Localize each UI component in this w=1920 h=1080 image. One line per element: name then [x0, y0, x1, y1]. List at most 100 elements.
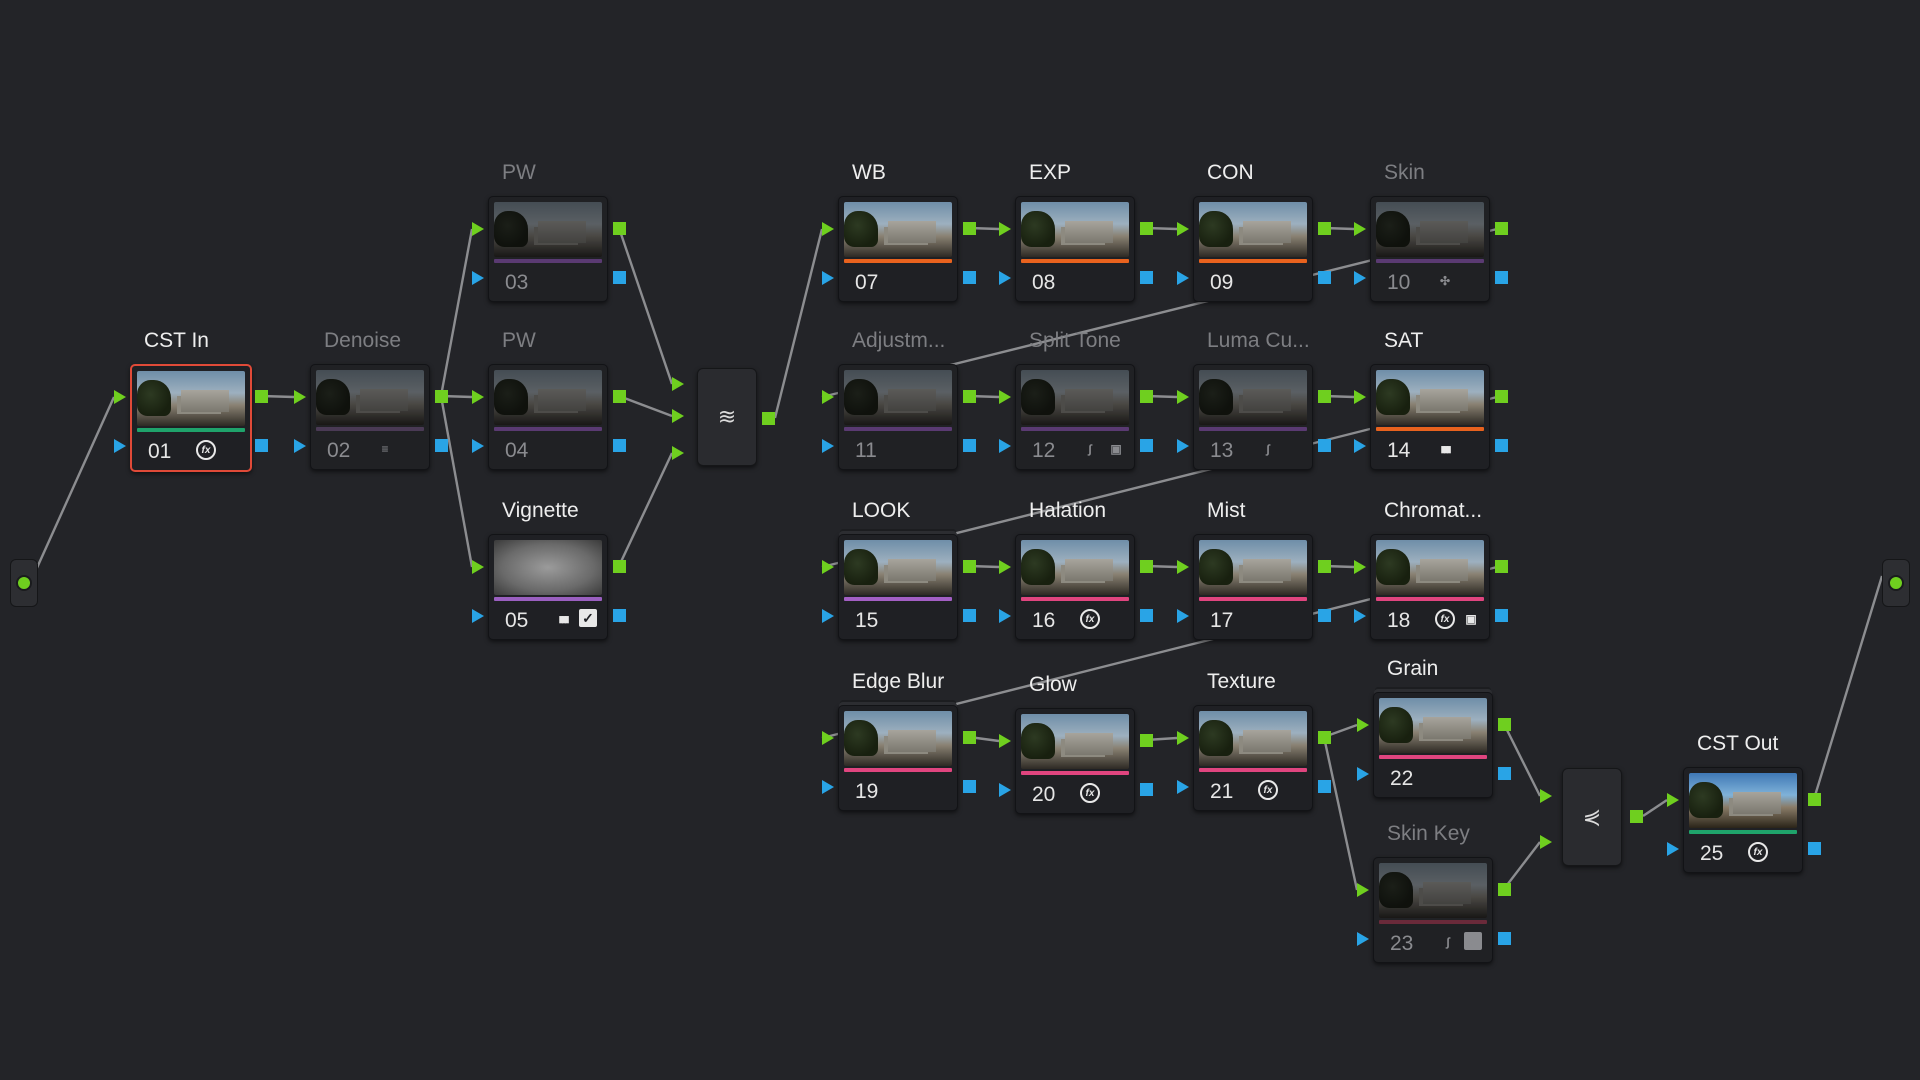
alpha-input-port[interactable] — [1357, 932, 1369, 946]
rgb-output-port[interactable] — [613, 390, 626, 403]
alpha-input-port[interactable] — [472, 609, 484, 623]
node-08[interactable]: 08 — [1015, 196, 1135, 302]
alpha-input-port[interactable] — [1357, 767, 1369, 781]
alpha-input-port[interactable] — [822, 780, 834, 794]
mixer-output-port[interactable] — [1630, 810, 1643, 823]
rgb-input-port[interactable] — [822, 560, 834, 574]
alpha-input-port[interactable] — [1354, 439, 1366, 453]
node-graph-canvas[interactable]: ≋ ⋞ CST In 01 fx Denoise 02 ≡ PW 03 PW 04 Vignette… — [0, 0, 1920, 1080]
node-17[interactable]: 17 — [1193, 534, 1313, 640]
rgb-output-port[interactable] — [1318, 390, 1331, 403]
mixer-input-port[interactable] — [672, 446, 684, 460]
alpha-input-port[interactable] — [472, 439, 484, 453]
rgb-input-port[interactable] — [999, 390, 1011, 404]
rgb-output-port[interactable] — [1498, 883, 1511, 896]
alpha-output-port[interactable] — [1495, 271, 1508, 284]
rgb-input-port[interactable] — [1177, 390, 1189, 404]
alpha-output-port[interactable] — [613, 271, 626, 284]
rgb-output-port[interactable] — [1140, 560, 1153, 573]
alpha-output-port[interactable] — [613, 439, 626, 452]
alpha-input-port[interactable] — [1354, 271, 1366, 285]
alpha-output-port[interactable] — [1318, 780, 1331, 793]
rgb-input-port[interactable] — [822, 222, 834, 236]
alpha-output-port[interactable] — [963, 271, 976, 284]
alpha-output-port[interactable] — [963, 609, 976, 622]
rgb-output-port[interactable] — [255, 390, 268, 403]
alpha-input-port[interactable] — [294, 439, 306, 453]
node-09[interactable]: 09 — [1193, 196, 1313, 302]
rgb-input-port[interactable] — [1667, 793, 1679, 807]
alpha-input-port[interactable] — [1177, 780, 1189, 794]
rgb-input-port[interactable] — [1177, 731, 1189, 745]
alpha-output-port[interactable] — [1318, 439, 1331, 452]
rgb-output-port[interactable] — [613, 560, 626, 573]
rgb-output-port[interactable] — [963, 390, 976, 403]
alpha-input-port[interactable] — [999, 783, 1011, 797]
node-25[interactable]: 25 fx — [1683, 767, 1803, 873]
alpha-input-port[interactable] — [1177, 609, 1189, 623]
mixer-output-port[interactable] — [762, 412, 775, 425]
rgb-output-port[interactable] — [963, 222, 976, 235]
alpha-output-port[interactable] — [1495, 439, 1508, 452]
mixer-input-port[interactable] — [1540, 835, 1552, 849]
output-terminal[interactable] — [1882, 559, 1910, 607]
alpha-input-port[interactable] — [114, 439, 126, 453]
alpha-output-port[interactable] — [1808, 842, 1821, 855]
parallel-mixer-node[interactable]: ⋞ — [1562, 768, 1622, 866]
node-04[interactable]: 04 — [488, 364, 608, 470]
rgb-output-port[interactable] — [1498, 718, 1511, 731]
rgb-output-port[interactable] — [435, 390, 448, 403]
node-07[interactable]: 07 — [838, 196, 958, 302]
rgb-output-port[interactable] — [1808, 793, 1821, 806]
rgb-input-port[interactable] — [1354, 222, 1366, 236]
node-15[interactable]: 15 — [838, 534, 958, 640]
node-05[interactable]: 05 ▮▮▮ ✓ — [488, 534, 608, 640]
alpha-output-port[interactable] — [613, 609, 626, 622]
alpha-input-port[interactable] — [1177, 271, 1189, 285]
alpha-input-port[interactable] — [822, 439, 834, 453]
rgb-output-port[interactable] — [1318, 731, 1331, 744]
alpha-output-port[interactable] — [435, 439, 448, 452]
rgb-input-port[interactable] — [822, 731, 834, 745]
mixer-input-port[interactable] — [1540, 789, 1552, 803]
rgb-input-port[interactable] — [1357, 718, 1369, 732]
rgb-output-port[interactable] — [1318, 560, 1331, 573]
alpha-output-port[interactable] — [1318, 609, 1331, 622]
alpha-output-port[interactable] — [1140, 439, 1153, 452]
alpha-input-port[interactable] — [1354, 609, 1366, 623]
rgb-input-port[interactable] — [999, 734, 1011, 748]
alpha-output-port[interactable] — [1495, 609, 1508, 622]
alpha-input-port[interactable] — [1177, 439, 1189, 453]
node-16[interactable]: 16 fx — [1015, 534, 1135, 640]
rgb-output-port[interactable] — [963, 560, 976, 573]
node-21[interactable]: 21 fx — [1193, 705, 1313, 811]
rgb-input-port[interactable] — [294, 390, 306, 404]
node-03[interactable]: 03 — [488, 196, 608, 302]
alpha-output-port[interactable] — [1140, 783, 1153, 796]
rgb-output-port[interactable] — [1495, 560, 1508, 573]
rgb-output-port[interactable] — [1140, 390, 1153, 403]
alpha-input-port[interactable] — [999, 271, 1011, 285]
alpha-input-port[interactable] — [472, 271, 484, 285]
rgb-output-port[interactable] — [1140, 734, 1153, 747]
node-10[interactable]: 10 ✣ — [1370, 196, 1490, 302]
alpha-input-port[interactable] — [822, 609, 834, 623]
rgb-input-port[interactable] — [999, 560, 1011, 574]
rgb-input-port[interactable] — [1354, 390, 1366, 404]
alpha-output-port[interactable] — [963, 439, 976, 452]
alpha-output-port[interactable] — [255, 439, 268, 452]
rgb-input-port[interactable] — [999, 222, 1011, 236]
alpha-output-port[interactable] — [1140, 609, 1153, 622]
node-18[interactable]: 18 fx ▣ — [1370, 534, 1490, 640]
rgb-input-port[interactable] — [114, 390, 126, 404]
alpha-input-port[interactable] — [1667, 842, 1679, 856]
rgb-input-port[interactable] — [1357, 883, 1369, 897]
rgb-input-port[interactable] — [472, 390, 484, 404]
node-23[interactable]: 23 ∫ ✓ — [1373, 857, 1493, 963]
node-02[interactable]: 02 ≡ — [310, 364, 430, 470]
rgb-output-port[interactable] — [963, 731, 976, 744]
rgb-output-port[interactable] — [1318, 222, 1331, 235]
node-14[interactable]: 14 ▮▮▮ — [1370, 364, 1490, 470]
rgb-input-port[interactable] — [472, 560, 484, 574]
alpha-input-port[interactable] — [999, 609, 1011, 623]
